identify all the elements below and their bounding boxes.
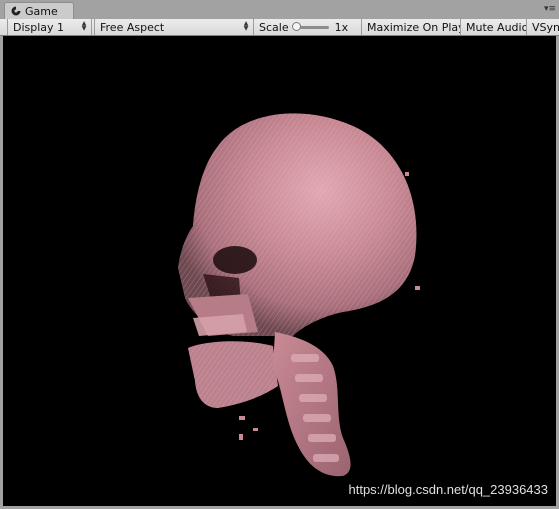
aspect-dropdown[interactable]: Free Aspect ▲ ▼	[94, 19, 254, 35]
scale-control[interactable]: Scale 1x	[254, 19, 362, 35]
maximize-label: Maximize On Play	[367, 20, 461, 34]
skull-render	[178, 113, 420, 477]
display-dropdown[interactable]: Display 1 ▲ ▼	[7, 19, 92, 35]
dropdown-arrows-icon: ▲ ▼	[243, 20, 249, 32]
game-viewport[interactable]: https://blog.csdn.net/qq_23936433	[3, 36, 556, 506]
display-label: Display 1	[13, 20, 65, 34]
tab-game[interactable]: Game	[4, 2, 74, 19]
aspect-label: Free Aspect	[100, 20, 165, 34]
scale-label: Scale	[259, 20, 289, 34]
watermark-text: https://blog.csdn.net/qq_23936433	[348, 482, 549, 497]
game-controller-icon	[11, 6, 21, 16]
game-toolbar: Display 1 ▲ ▼ Free Aspect ▲ ▼ Scale 1x Max…	[0, 19, 559, 36]
scale-slider[interactable]	[291, 21, 329, 31]
vsync-toggle[interactable]: VSync	[527, 19, 559, 35]
mute-label: Mute Audio	[466, 20, 527, 34]
dropdown-arrows-icon: ▲ ▼	[81, 20, 87, 32]
eye-socket	[213, 246, 257, 274]
cervical-spine	[273, 332, 351, 477]
mute-audio-toggle[interactable]: Mute Audio	[461, 19, 527, 35]
maximize-on-play-toggle[interactable]: Maximize On Play	[362, 19, 461, 35]
context-menu-icon[interactable]: ▾≡	[542, 4, 556, 14]
tab-strip: Game ▾≡	[0, 0, 559, 20]
tab-label: Game	[25, 4, 58, 18]
scale-value: 1x	[334, 20, 349, 34]
vsync-label: VSync	[532, 20, 559, 34]
scale-slider-thumb[interactable]	[291, 21, 301, 31]
mandible-texture	[188, 341, 278, 408]
